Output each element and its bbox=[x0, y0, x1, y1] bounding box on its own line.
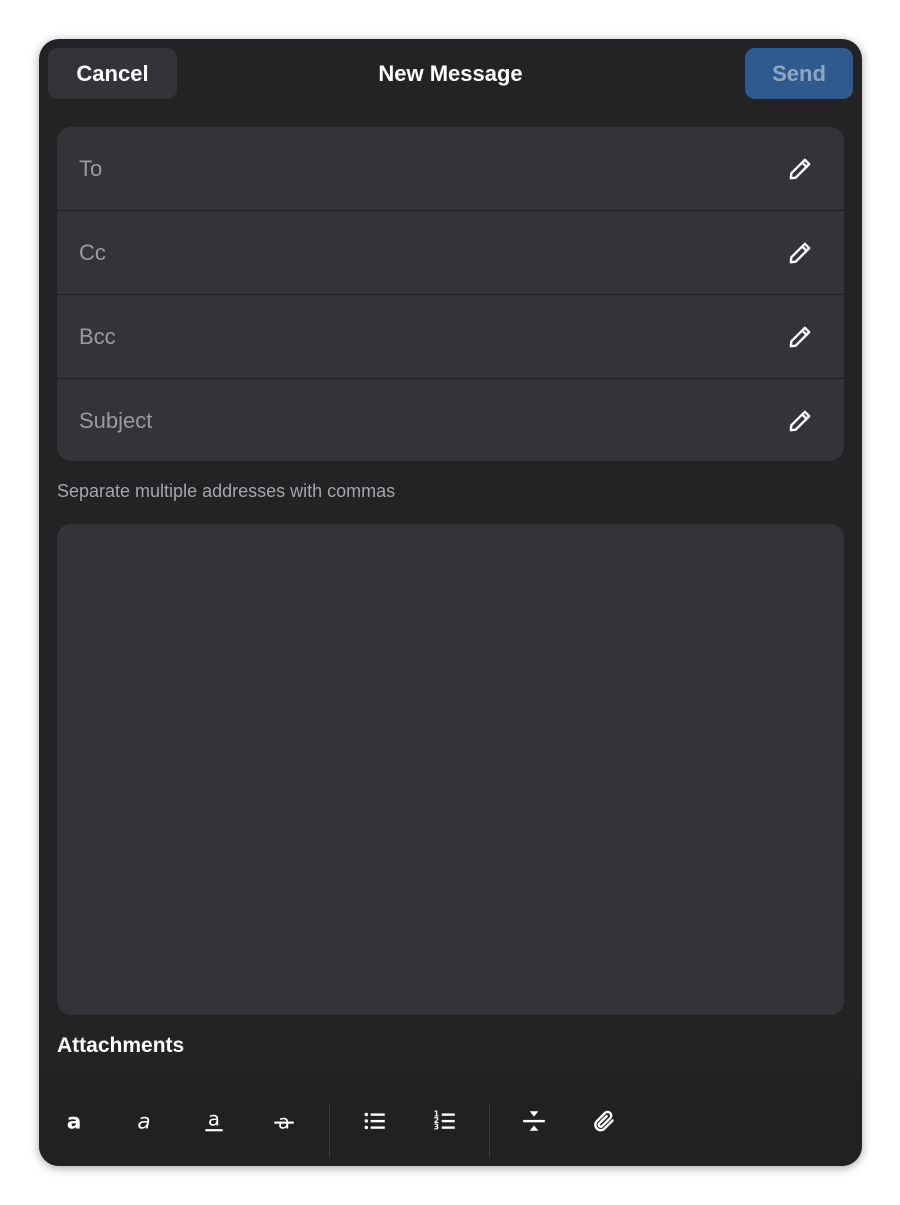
svg-text:a: a bbox=[208, 1108, 220, 1130]
to-field[interactable] bbox=[57, 127, 786, 210]
cc-field[interactable] bbox=[57, 211, 786, 294]
formatting-toolbar: a a a a bbox=[39, 1077, 862, 1166]
message-body-input[interactable] bbox=[57, 524, 844, 1015]
svg-text:a: a bbox=[67, 1110, 82, 1134]
address-fields bbox=[57, 127, 844, 461]
horizontal-rule-icon[interactable] bbox=[509, 1096, 559, 1146]
bcc-field[interactable] bbox=[57, 295, 786, 378]
address-hint: Separate multiple addresses with commas bbox=[57, 481, 396, 501]
subject-row bbox=[57, 379, 844, 461]
send-button[interactable]: Send bbox=[745, 48, 853, 99]
pencil-icon[interactable] bbox=[786, 239, 814, 267]
svg-text:a: a bbox=[137, 1110, 150, 1134]
toolbar-divider bbox=[489, 1105, 490, 1157]
bold-icon[interactable]: a bbox=[49, 1096, 99, 1146]
attachments-heading: Attachments bbox=[57, 1034, 185, 1057]
compose-window: Cancel New Message Send To Cc Bcc Subjec… bbox=[39, 39, 862, 1166]
toolbar-divider bbox=[329, 1105, 330, 1157]
underline-icon[interactable]: a bbox=[189, 1096, 239, 1146]
header: Cancel New Message Send bbox=[39, 39, 862, 109]
strikethrough-icon[interactable]: a bbox=[259, 1096, 309, 1146]
cc-row bbox=[57, 211, 844, 295]
bcc-row bbox=[57, 295, 844, 379]
subject-field[interactable] bbox=[57, 379, 786, 461]
pencil-icon[interactable] bbox=[786, 407, 814, 435]
to-row bbox=[57, 127, 844, 211]
bulleted-list-icon[interactable] bbox=[350, 1096, 400, 1146]
pencil-icon[interactable] bbox=[786, 155, 814, 183]
italic-icon[interactable]: a bbox=[119, 1096, 169, 1146]
pencil-icon[interactable] bbox=[786, 323, 814, 351]
cancel-button[interactable]: Cancel bbox=[48, 48, 177, 99]
numbered-list-icon[interactable]: 1 2 3 bbox=[420, 1096, 470, 1146]
paperclip-icon[interactable] bbox=[579, 1096, 629, 1146]
svg-text:3: 3 bbox=[434, 1123, 439, 1132]
